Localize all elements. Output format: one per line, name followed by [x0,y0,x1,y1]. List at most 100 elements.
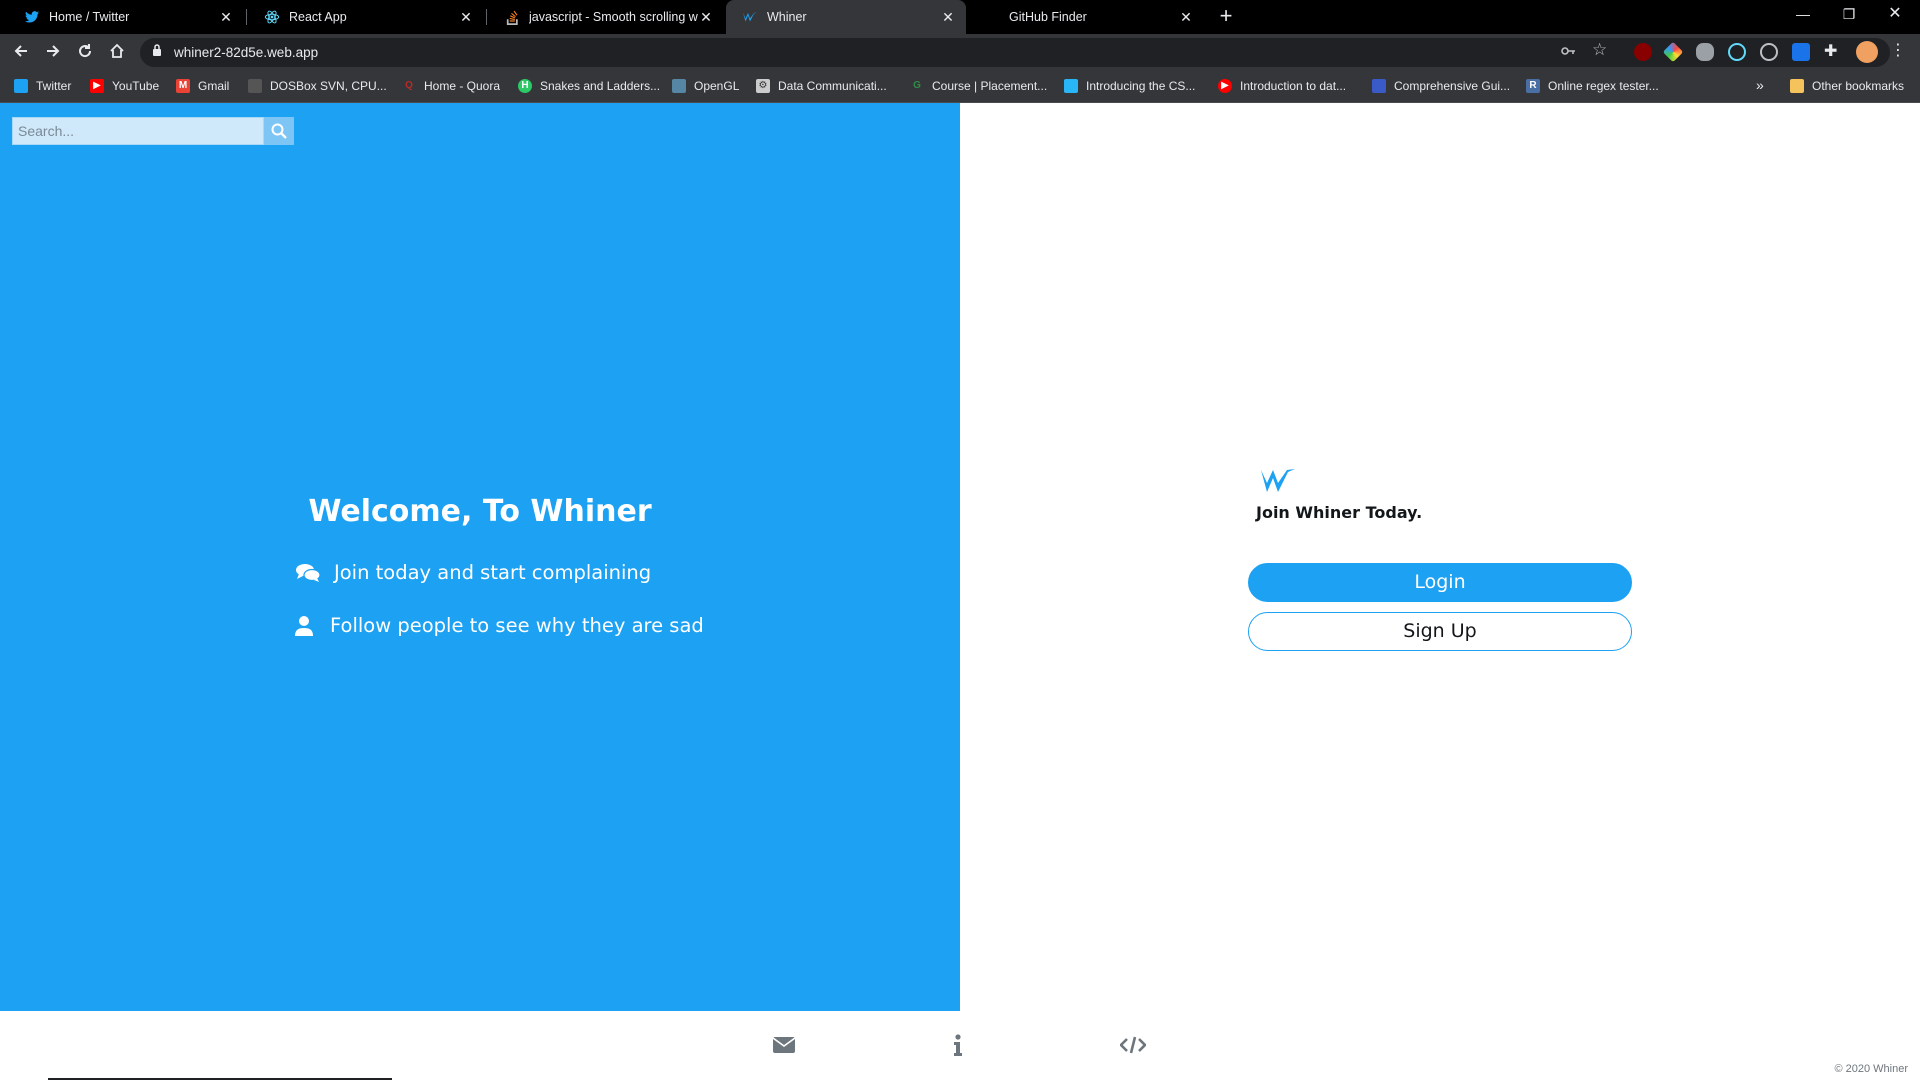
arrow-right-icon [47,45,60,57]
bookmark-label: OpenGL [694,79,740,93]
tab-react-app[interactable]: React App ✕ [248,0,484,34]
tab-title: GitHub Finder [1009,10,1087,24]
tab-divider [486,9,487,25]
tab-twitter[interactable]: Home / Twitter ✕ [8,0,244,34]
bookmarks-bar: Twitter ▶ YouTube M Gmail DOSBox SVN, CP… [0,71,1920,103]
join-tagline: Join Whiner Today. [1256,503,1423,522]
ublock-icon[interactable] [1634,43,1652,61]
bookmark-label: Gmail [198,79,230,93]
whiner-w-icon [1261,469,1295,492]
footer: © 2020 Whiner [0,1011,1920,1080]
opengl-icon [672,79,686,93]
bookmark-gmail[interactable]: M Gmail [176,79,229,93]
bookmark-cs[interactable]: Introducing the CS... [1064,79,1195,93]
info-icon[interactable] [944,1033,972,1057]
copyright-text: © 2020 Whiner [1834,1063,1908,1075]
lock-icon[interactable] [152,44,162,59]
bookmark-label: Online regex tester... [1548,79,1659,93]
envelope-icon[interactable] [770,1033,798,1057]
window-close-button[interactable]: ✕ [1872,0,1918,30]
gmail-icon: M [176,79,190,93]
reload-icon [79,44,92,58]
address-bar[interactable]: whiner2-82d5e.web.app ☆ [140,38,1890,67]
auth-panel [960,103,1920,1011]
bookmark-label: Introducing the CS... [1086,79,1196,93]
home-icon [110,43,124,58]
forward-button[interactable] [40,40,66,66]
tab-stackoverflow[interactable]: javascript - Smooth scrolling whe ✕ [488,0,724,34]
tab-title: Home / Twitter [49,10,130,24]
hackerearth-icon: H [518,79,532,93]
signup-button[interactable]: Sign Up [1248,612,1632,651]
tab-whiner[interactable]: Whiner ✕ [726,0,966,34]
screenshot-ext-icon[interactable] [1792,43,1810,61]
whiner-logo [1261,467,1295,498]
quora-icon: Q [405,80,413,91]
tab-strip: Home / Twitter ✕ React App ✕ javascript … [0,0,1920,34]
welcome-heading: Welcome, To Whiner [308,494,652,529]
tab-title: React App [289,10,347,24]
search-button[interactable] [264,117,294,145]
user-icon [292,615,316,637]
browser-chrome: Home / Twitter ✕ React App ✕ javascript … [0,0,1920,103]
bookmark-course[interactable]: G Course | Placement... [910,79,1047,93]
stackoverflow-icon [504,9,520,25]
browser-toolbar: whiner2-82d5e.web.app ☆ ✚ ⋮ [0,34,1920,71]
other-bookmarks[interactable]: Other bookmarks [1790,79,1904,93]
gfg-icon: G [913,80,921,91]
bookmark-label: YouTube [112,79,160,93]
restore-button[interactable]: ❐ [1826,0,1872,30]
folder-icon [1790,79,1804,93]
feature-text: Follow people to see why they are sad [330,614,704,637]
bookmark-regex[interactable]: R Online regex tester... [1526,79,1659,93]
code-icon[interactable] [1118,1033,1148,1057]
kebab-menu-icon[interactable]: ⋮ [1890,40,1908,59]
tab-github-finder[interactable]: GitHub Finder ✕ [968,0,1204,34]
more-bookmarks-chevron-icon[interactable]: » [1756,77,1764,93]
target-ext-icon[interactable] [1760,43,1778,61]
tab-divider [246,9,247,25]
gear-icon: ⚙ [756,79,770,93]
whiner-w-icon [742,9,758,25]
react-devtools-icon[interactable] [1728,43,1746,61]
bookmark-label: Home - Quora [424,79,501,93]
close-icon[interactable]: ✕ [698,9,714,25]
feature-complain: Join today and start complaining [296,561,651,584]
bookmark-comprehensive[interactable]: Comprehensive Gui... [1372,79,1510,93]
doc-icon [1372,79,1386,93]
blank-icon [984,9,1000,25]
star-icon[interactable]: ☆ [1592,40,1607,60]
search-box [12,117,265,145]
bookmark-quora[interactable]: Q Home - Quora [402,79,500,93]
close-icon[interactable]: ✕ [458,9,474,25]
reload-button[interactable] [72,40,98,66]
home-button[interactable] [104,40,130,66]
search-input[interactable] [13,118,265,144]
cloud-ext-icon[interactable] [1696,43,1714,61]
bookmark-label: Data Communicati... [778,79,887,93]
minimize-button[interactable]: — [1780,0,1826,30]
back-button[interactable] [8,40,34,66]
whiner-page: Welcome, To Whiner Join today and start … [0,103,1920,1080]
bookmark-opengl[interactable]: OpenGL [672,79,739,93]
bookmark-intro-data[interactable]: ▶ Introduction to dat... [1218,79,1346,93]
comments-icon [296,562,320,584]
close-icon[interactable]: ✕ [1178,9,1194,25]
regex-icon: R [1526,79,1540,93]
tab-title: Whiner [767,10,807,24]
bookmark-dosbox[interactable]: DOSBox SVN, CPU... [248,79,387,93]
bookmark-twitter[interactable]: Twitter [14,79,71,93]
key-icon[interactable] [1560,43,1576,63]
bookmark-snakes[interactable]: H Snakes and Ladders... [518,79,660,93]
feature-text: Join today and start complaining [334,561,652,584]
youtube-icon: ▶ [90,79,104,93]
bookmark-youtube[interactable]: ▶ YouTube [90,79,159,93]
arrow-left-icon [14,45,27,57]
close-icon[interactable]: ✕ [940,9,956,25]
puzzle-icon[interactable]: ✚ [1824,41,1842,60]
close-icon[interactable]: ✕ [218,9,234,25]
avatar[interactable] [1856,41,1878,63]
login-button[interactable]: Login [1248,563,1632,602]
new-tab-button[interactable]: + [1214,5,1238,29]
bookmark-data-comm[interactable]: ⚙ Data Communicati... [756,79,887,93]
